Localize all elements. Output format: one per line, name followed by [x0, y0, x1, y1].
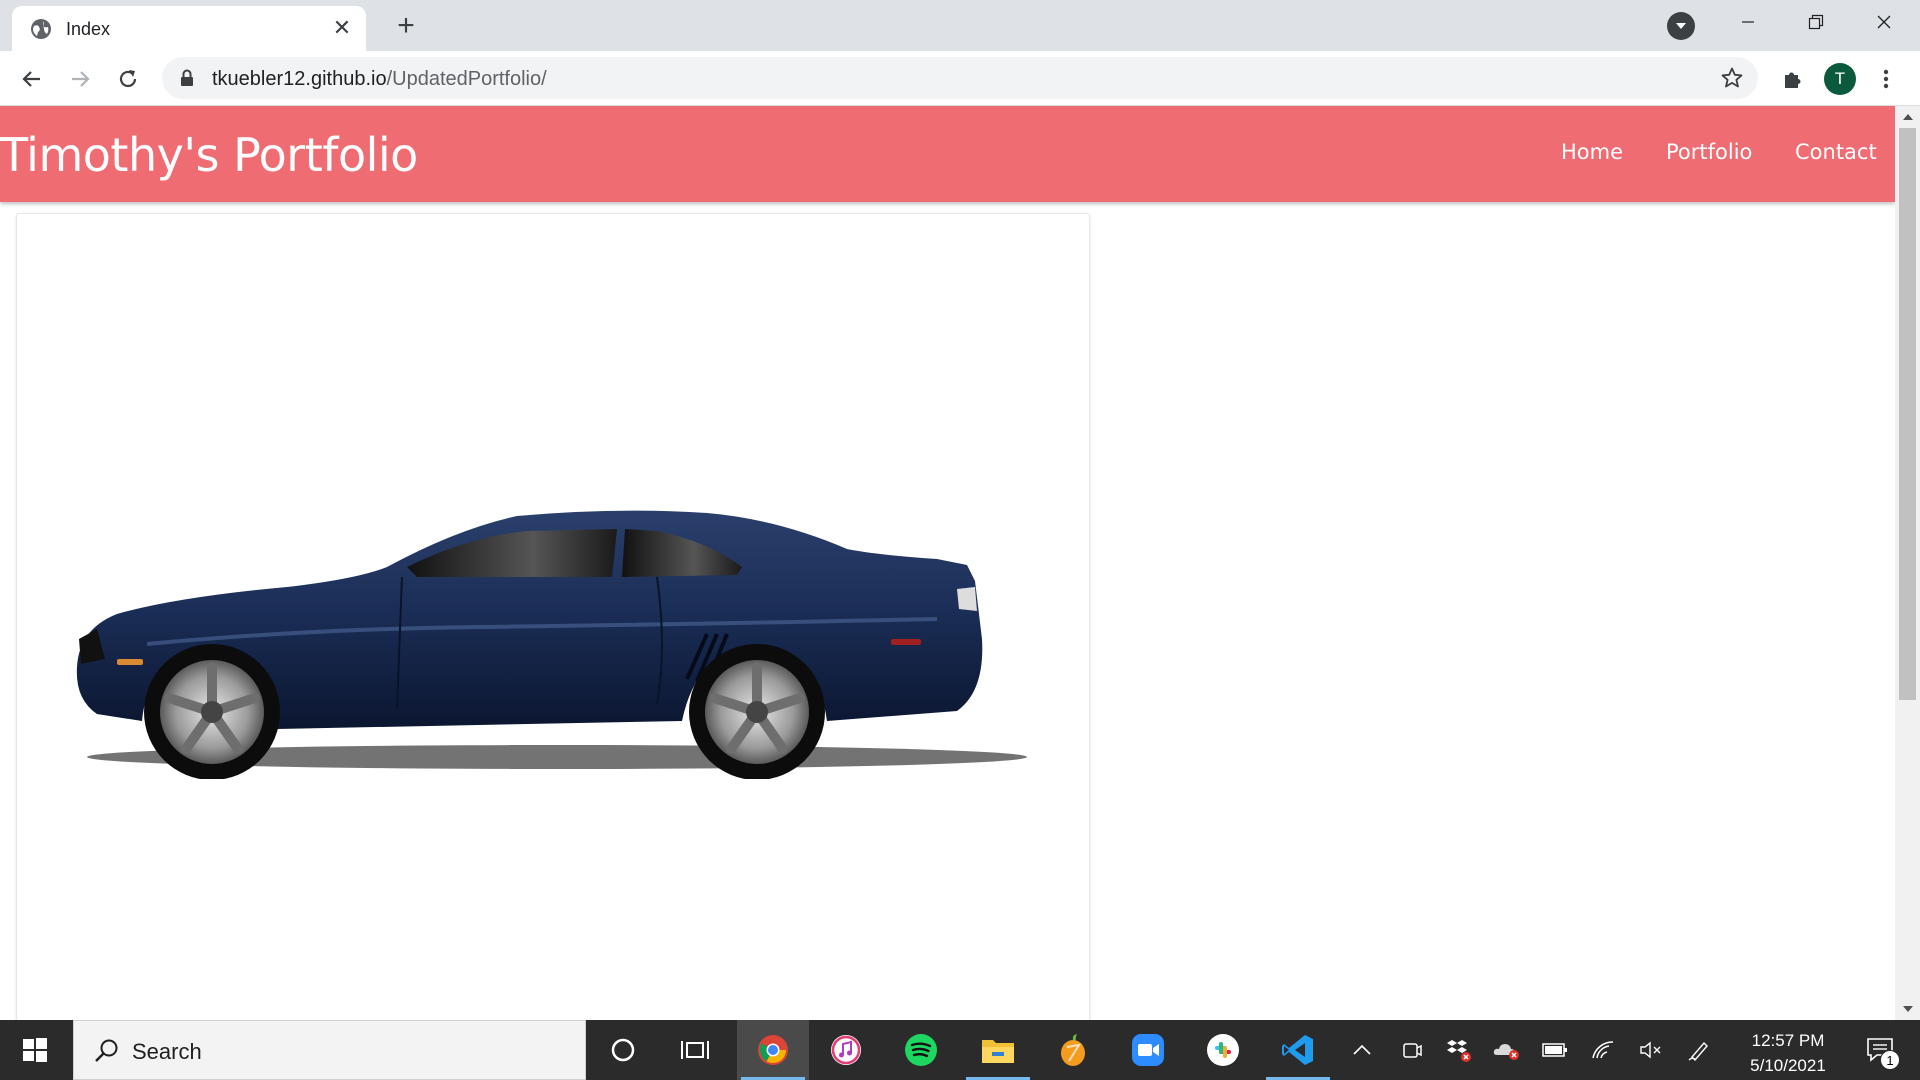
clock-date: 5/10/2021: [1750, 1056, 1826, 1075]
dropbox-icon[interactable]: [1444, 1020, 1474, 1080]
close-window-icon[interactable]: [1850, 0, 1918, 44]
wifi-icon[interactable]: [1588, 1020, 1618, 1080]
onedrive-icon[interactable]: [1492, 1020, 1522, 1080]
car-image[interactable]: [57, 459, 1057, 779]
nav-link-portfolio[interactable]: Portfolio: [1666, 140, 1752, 164]
url-path: /UpdatedPortfolio/: [386, 68, 547, 90]
notification-count-badge: 1: [1880, 1050, 1900, 1070]
reload-icon[interactable]: [110, 61, 146, 97]
forward-icon[interactable]: [62, 61, 98, 97]
scroll-up-icon[interactable]: [1895, 106, 1920, 128]
new-tab-button[interactable]: +: [390, 9, 422, 42]
address-bar[interactable]: tkuebler12.github.io/UpdatedPortfolio/: [162, 57, 1758, 99]
taskbar-clock[interactable]: 12:57 PM 5/10/2021: [1718, 1028, 1858, 1078]
itunes-icon[interactable]: [810, 1020, 882, 1080]
site-brand[interactable]: Timothy's Portfolio: [0, 128, 418, 182]
scroll-thumb[interactable]: [1899, 128, 1916, 700]
page-viewport: Timothy's Portfolio Home Portfolio Conta…: [0, 106, 1920, 1020]
vscode-icon[interactable]: [1262, 1020, 1334, 1080]
menu-icon[interactable]: [1872, 61, 1900, 97]
cortana-icon[interactable]: [587, 1020, 659, 1080]
browser-toolbar: tkuebler12.github.io/UpdatedPortfolio/ T: [0, 51, 1920, 106]
page-scrollbar[interactable]: [1895, 106, 1920, 1020]
portfolio-card: [16, 213, 1090, 1020]
bookmark-star-icon[interactable]: [1720, 66, 1744, 90]
zoom-icon[interactable]: [1112, 1020, 1184, 1080]
url-domain: tkuebler12.github.io: [212, 68, 387, 90]
restore-icon[interactable]: [1782, 0, 1850, 44]
tab-close-icon[interactable]: ✕: [328, 14, 356, 42]
file-explorer-icon[interactable]: [962, 1020, 1034, 1080]
profile-avatar[interactable]: T: [1824, 63, 1856, 95]
slack-icon[interactable]: [1187, 1020, 1259, 1080]
scroll-down-icon[interactable]: [1895, 998, 1920, 1020]
spotify-icon[interactable]: [885, 1020, 957, 1080]
notification-center-icon[interactable]: 1: [1850, 1020, 1910, 1080]
task-view-icon[interactable]: [659, 1020, 731, 1080]
chrome-icon[interactable]: [737, 1020, 809, 1080]
url-text: tkuebler12.github.io/UpdatedPortfolio/: [212, 68, 547, 91]
browser-tabstrip: Index ✕ +: [0, 0, 1920, 51]
pen-workspace-icon[interactable]: [1684, 1020, 1714, 1080]
site-navbar: Timothy's Portfolio Home Portfolio Conta…: [0, 106, 1895, 202]
fl-studio-icon[interactable]: [1037, 1020, 1109, 1080]
lock-icon: [181, 69, 193, 86]
globe-icon: [31, 19, 51, 39]
clock-time: 12:57 PM: [1751, 1031, 1825, 1050]
tab-title: Index: [66, 19, 111, 39]
show-hidden-icons-icon[interactable]: [1350, 1020, 1374, 1080]
back-icon[interactable]: [14, 61, 50, 97]
search-icon: [95, 1039, 118, 1062]
meet-now-icon[interactable]: [1398, 1020, 1426, 1080]
nav-link-home[interactable]: Home: [1561, 140, 1623, 164]
browser-tab[interactable]: Index ✕: [12, 6, 366, 51]
nav-link-contact[interactable]: Contact: [1795, 140, 1877, 164]
tab-search-icon[interactable]: [1667, 12, 1695, 40]
extensions-icon[interactable]: [1774, 61, 1810, 97]
windows-start-icon[interactable]: [0, 1020, 70, 1080]
battery-icon[interactable]: [1540, 1020, 1570, 1080]
windows-taskbar: Search 12:57 PM 5/10/2021 1: [0, 1020, 1920, 1080]
taskbar-search-box[interactable]: Search: [73, 1020, 586, 1080]
volume-muted-icon[interactable]: [1636, 1020, 1666, 1080]
search-placeholder: Search: [132, 1039, 202, 1064]
minimize-icon[interactable]: [1714, 0, 1782, 44]
